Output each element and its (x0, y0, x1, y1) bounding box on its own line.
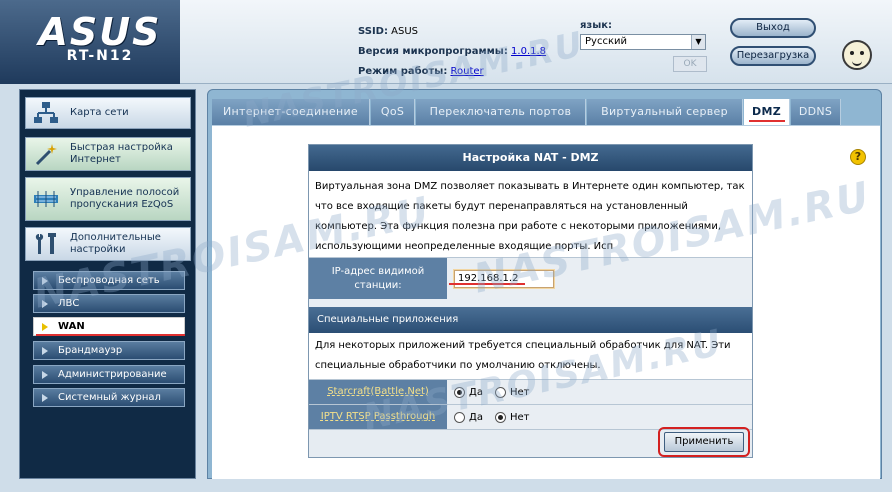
app-row-iptv: IPTV RTSP Passthrough Да Нет (309, 404, 752, 429)
sidebar-item-label: Брандмауэр (58, 345, 123, 356)
sidebar-item-quick-setup[interactable]: Быстрая настройка Интернет (25, 137, 191, 171)
sidebar-item-firewall[interactable]: Брандмауэр (33, 341, 185, 360)
tab-ddns[interactable]: DDNS (791, 99, 841, 125)
dmz-panel: Настройка NAT - DMZ Виртуальная зона DMZ… (308, 144, 753, 458)
model-name: RT-N12 (66, 48, 134, 64)
app-row-starcraft: Starcraft(Battle.Net) Да Нет (309, 379, 752, 404)
language-select[interactable]: Русский ▼ (580, 34, 706, 50)
firmware-label: Версия микропрограммы: (358, 46, 508, 57)
tab-qos[interactable]: QoS (371, 99, 415, 125)
app-label-text[interactable]: Starcraft(Battle.Net) (327, 385, 429, 399)
language-value: Русский (585, 36, 627, 47)
sidebar-item-label: Администрирование (58, 369, 167, 380)
app-options: Да Нет (448, 405, 752, 429)
radio-label-yes: Да (469, 386, 483, 398)
radio-label-no: Нет (509, 411, 530, 423)
app-label-text[interactable]: IPTV RTSP Passthrough (321, 410, 435, 424)
starcraft-no-radio[interactable] (494, 386, 506, 398)
dmz-highlight (749, 120, 785, 122)
language-label: язык: (580, 20, 613, 31)
magic-wand-icon (35, 144, 57, 166)
language-ok-button[interactable]: OK (673, 56, 707, 72)
special-apps-description: Для некоторых приложений требуется специ… (309, 333, 752, 379)
qos-icon (34, 191, 58, 207)
sidebar-item-label: Системный журнал (58, 392, 161, 403)
panel-description: Виртуальная зона DMZ позволяет показыват… (309, 171, 752, 257)
arrow-right-icon (42, 371, 48, 379)
reboot-button[interactable]: Перезагрузка (730, 46, 816, 66)
sidebar-item-label: Дополнительные настройки (70, 232, 161, 255)
arrow-right-icon (42, 347, 48, 355)
special-apps-header: Специальные приложения (309, 307, 752, 333)
sidebar-item-wireless[interactable]: Беспроводная сеть (33, 271, 185, 290)
sidebar-item-label: ЛВС (58, 298, 80, 309)
iptv-yes-radio[interactable] (454, 411, 465, 423)
sidebar-item-lan[interactable]: ЛВС (33, 294, 185, 313)
mode-link[interactable]: Router (451, 66, 484, 77)
chevron-down-icon[interactable]: ▼ (691, 35, 705, 49)
sidebar-item-system-log[interactable]: Системный журнал (33, 388, 185, 407)
tools-icon (35, 233, 56, 254)
radio-label-no: Нет (509, 386, 530, 398)
sidebar-item-label: Быстрая настройка Интернет (70, 142, 173, 165)
ssid-label: SSID: (358, 26, 388, 37)
app-label: Starcraft(Battle.Net) (309, 380, 447, 404)
sidebar-item-advanced[interactable]: Дополнительные настройки (25, 227, 191, 261)
arrow-right-icon (42, 323, 48, 331)
apply-button[interactable]: Применить (664, 432, 744, 452)
sidebar-item-administration[interactable]: Администрирование (33, 365, 185, 384)
wan-highlight (36, 334, 185, 336)
asus-logo: ASUS RT-N12 (0, 0, 180, 84)
arrow-right-icon (42, 394, 48, 402)
language-panel: язык: Русский ▼ (580, 20, 706, 50)
network-map-icon (34, 102, 58, 123)
arrow-right-icon (42, 300, 48, 308)
starcraft-yes-radio[interactable] (454, 386, 465, 398)
mode-label: Режим работы: (358, 66, 448, 77)
mascot-icon (842, 40, 872, 70)
router-info: SSID: ASUS Версия микропрограммы: 1.0.1.… (358, 22, 546, 82)
arrow-right-icon (42, 277, 48, 285)
app-label: IPTV RTSP Passthrough (309, 405, 447, 429)
sidebar-item-ezqos[interactable]: Управление полосой пропускания EzQoS (25, 177, 191, 221)
sidebar-item-network-map[interactable]: Карта сети (25, 97, 191, 129)
panel-title: Настройка NAT - DMZ (309, 145, 752, 171)
tab-internet-connection[interactable]: Интернет-соединение (212, 99, 370, 125)
app-options: Да Нет (448, 380, 752, 404)
sidebar-item-label: WAN (58, 321, 85, 332)
sidebar-item-label: Управление полосой пропускания EzQoS (70, 187, 180, 210)
firmware-link[interactable]: 1.0.1.8 (511, 46, 546, 57)
ssid-value: ASUS (391, 26, 419, 37)
header: ASUS RT-N12 SSID: ASUS Версия микропрогр… (0, 0, 892, 84)
ip-label: IP-адрес видимой станции: (309, 258, 447, 299)
logout-button[interactable]: Выход (730, 18, 816, 38)
ip-row: IP-адрес видимой станции: 192.168.1.2 (309, 257, 752, 299)
tab-virtual-server[interactable]: Виртуальный сервер (587, 99, 743, 125)
help-icon[interactable]: ? (850, 149, 866, 165)
iptv-no-radio[interactable] (494, 411, 506, 423)
tab-port-switch[interactable]: Переключатель портов (416, 99, 586, 125)
sidebar-item-label: Беспроводная сеть (58, 275, 160, 286)
radio-label-yes: Да (469, 411, 483, 423)
ip-value-cell: 192.168.1.2 (448, 258, 752, 299)
sidebar-item-label: Карта сети (70, 107, 129, 118)
ip-highlight (449, 283, 525, 285)
